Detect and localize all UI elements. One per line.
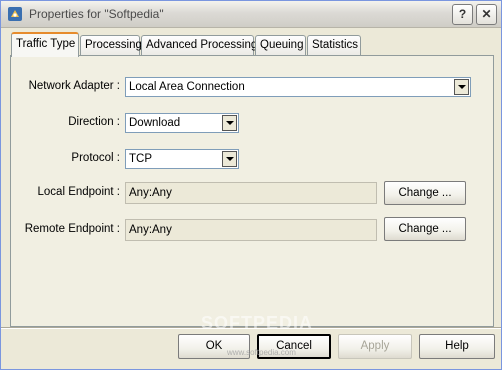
chevron-down-icon[interactable] — [222, 151, 237, 167]
local-endpoint-label: Local Endpoint : — [37, 186, 120, 198]
protocol-select[interactable]: TCP — [125, 149, 239, 169]
properties-dialog: Properties for "Softpedia" ? ✕ Traffic T… — [0, 0, 502, 370]
chevron-down-icon[interactable] — [454, 79, 469, 95]
direction-select[interactable]: Download — [125, 113, 239, 133]
protocol-value: TCP — [129, 153, 152, 165]
local-endpoint-value: Any:Any — [129, 187, 172, 199]
help-button[interactable]: Help — [419, 334, 495, 359]
close-button[interactable]: ✕ — [476, 4, 497, 25]
help-title-button[interactable]: ? — [452, 4, 473, 25]
direction-value: Download — [129, 117, 181, 129]
watermark-logo: SOFTPEDIA — [201, 313, 314, 333]
direction-label: Direction : — [68, 116, 120, 128]
tab-processing[interactable]: Processing — [80, 35, 142, 55]
network-adapter-select[interactable]: Local Area Connection — [125, 77, 471, 97]
tab-statistics[interactable]: Statistics — [307, 35, 361, 55]
window-title: Properties for "Softpedia" — [29, 7, 164, 21]
network-adapter-label: Network Adapter : — [28, 80, 120, 92]
apply-button[interactable]: Apply — [338, 334, 412, 359]
title-bar[interactable]: Properties for "Softpedia" ? ✕ — [1, 1, 501, 28]
chevron-down-icon[interactable] — [222, 115, 237, 131]
remote-endpoint-label: Remote Endpoint : — [24, 223, 120, 235]
remote-endpoint-value: Any:Any — [129, 224, 172, 236]
tab-advanced-processing[interactable]: Advanced Processing — [141, 35, 257, 55]
remote-endpoint-field: Any:Any — [125, 219, 377, 241]
app-icon — [8, 7, 22, 21]
local-endpoint-field: Any:Any — [125, 182, 377, 204]
remote-endpoint-change-button[interactable]: Change ... — [384, 217, 466, 241]
tab-traffic-type[interactable]: Traffic Type — [11, 32, 79, 57]
tab-queuing[interactable]: Queuing — [255, 35, 306, 55]
local-endpoint-change-button[interactable]: Change ... — [384, 181, 466, 205]
watermark-url: www.softpedia.com — [227, 348, 296, 357]
network-adapter-value: Local Area Connection — [129, 81, 245, 93]
protocol-label: Protocol : — [71, 152, 120, 164]
